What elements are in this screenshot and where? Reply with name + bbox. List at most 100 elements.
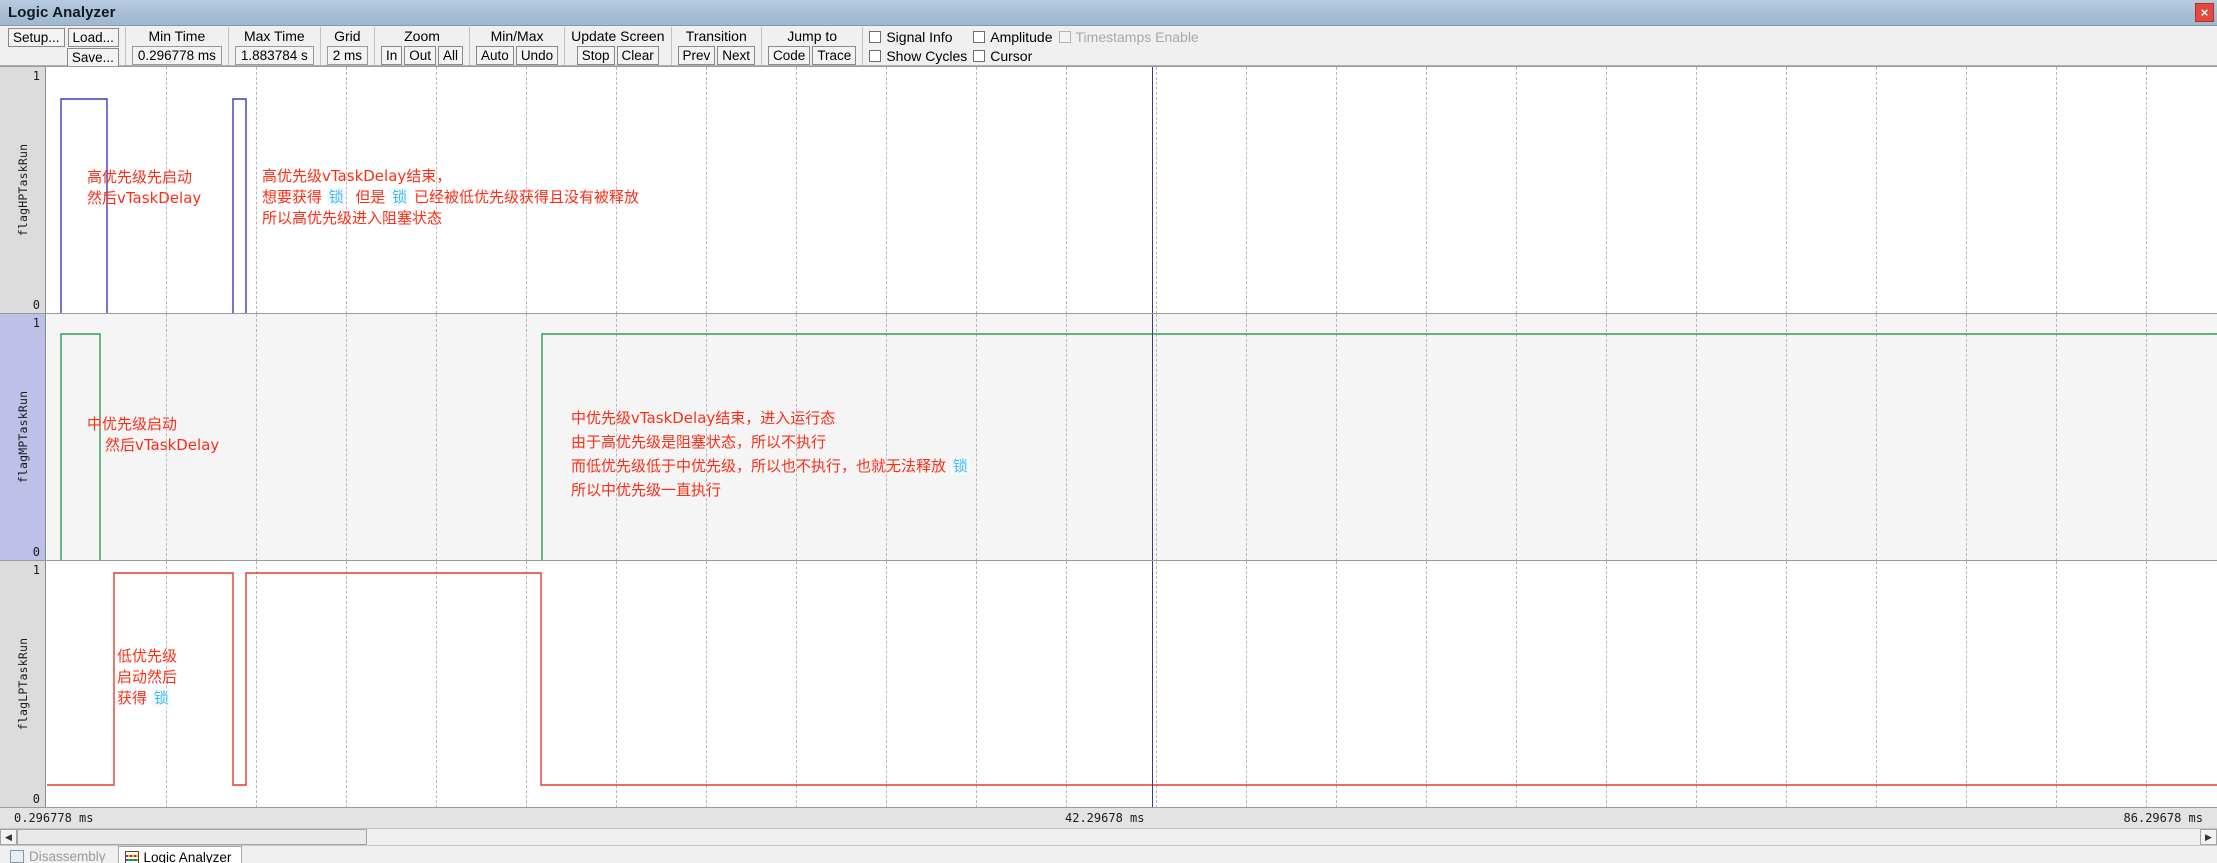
time-axis-left: 0.296778 ms xyxy=(14,811,94,825)
lock-keyword-4: 锁 xyxy=(151,689,171,707)
setup-button[interactable]: Setup... xyxy=(8,28,65,47)
time-axis-center: 42.29678 ms xyxy=(1065,811,1145,825)
lock-keyword-2: 锁 xyxy=(390,188,410,206)
jump-code-button[interactable]: Code xyxy=(768,46,811,65)
zoom-out-button[interactable]: Out xyxy=(404,46,437,65)
channel-3-low-label: 0 xyxy=(32,792,40,806)
scroll-left-icon[interactable]: ◀ xyxy=(0,829,17,845)
minmax-label: Min/Max xyxy=(490,28,544,44)
signal-info-checkbox-row[interactable]: Signal Info xyxy=(869,29,967,45)
scroll-right-icon[interactable]: ▶ xyxy=(2200,829,2217,845)
show-cycles-label: Show Cycles xyxy=(886,48,968,64)
grid-label: Grid xyxy=(334,28,361,44)
channel-3-waveform xyxy=(47,572,2217,786)
save-button[interactable]: Save... xyxy=(66,48,119,67)
file-group: Setup... Load... Save... xyxy=(2,27,126,67)
zoom-group: Zoom In Out All xyxy=(375,27,471,65)
horizontal-scrollbar[interactable]: ◀ ▶ xyxy=(0,828,2217,845)
scroll-thumb[interactable] xyxy=(17,829,367,845)
load-button[interactable]: Load... xyxy=(67,28,119,47)
grid-input[interactable]: 2 ms xyxy=(326,46,368,65)
lock-keyword-3: 锁 xyxy=(950,457,970,475)
grid-group: Grid 2 ms xyxy=(321,27,375,65)
channel-gutter-3[interactable]: 1 0 flagLPTaskRun xyxy=(0,561,46,807)
min-time-label: Min Time xyxy=(148,28,206,44)
channel-lane-flagHPTaskRun[interactable]: 1 0 flagHPTaskRun 高优先级先启动 然后vTaskDelay 高… xyxy=(0,67,2217,314)
channel-2-high-label: 1 xyxy=(32,316,40,330)
clear-button[interactable]: Clear xyxy=(616,46,659,65)
annotation-hp-blocked: 高优先级vTaskDelay结束， 想要获得 锁 但是 锁 已经被低优先级获得且… xyxy=(262,167,639,227)
jump-to-label: Jump to xyxy=(787,28,838,44)
minmax-auto-button[interactable]: Auto xyxy=(476,46,514,65)
channel-1-name: flagHPTaskRun xyxy=(15,143,30,237)
jump-to-group: Jump to Code Trace xyxy=(762,27,864,65)
annotation-lp-line3: 获得 锁 xyxy=(117,689,171,707)
tab-logic-analyzer-label: Logic Analyzer xyxy=(143,849,232,863)
amplitude-checkbox-row[interactable]: Amplitude xyxy=(973,29,1053,45)
zoom-all-button[interactable]: All xyxy=(438,46,464,65)
scroll-track[interactable] xyxy=(17,829,2200,845)
minmax-undo-button[interactable]: Undo xyxy=(515,46,559,65)
tab-logic-analyzer[interactable]: Logic Analyzer xyxy=(117,846,243,863)
channel-gutter-1[interactable]: 1 0 flagHPTaskRun xyxy=(0,67,46,314)
channel-gutter-2[interactable]: 1 0 flagMPTaskRun xyxy=(0,314,46,561)
window-title: Logic Analyzer xyxy=(8,4,116,21)
transition-group: Transition Prev Next xyxy=(672,27,763,65)
transition-prev-button[interactable]: Prev xyxy=(677,46,716,65)
checkbox-column-3: Timestamps Enable xyxy=(1053,27,1199,65)
max-time-input[interactable]: 1.883784 s xyxy=(234,46,314,65)
update-screen-group: Update Screen Stop Clear xyxy=(565,27,672,65)
max-time-label: Max Time xyxy=(243,28,305,44)
zoom-in-button[interactable]: In xyxy=(380,46,403,65)
timestamps-enable-label: Timestamps Enable xyxy=(1075,29,1199,45)
signal-info-label: Signal Info xyxy=(886,29,953,45)
lock-keyword-1: 锁 xyxy=(326,188,346,206)
waveform-area[interactable]: 1 0 flagHPTaskRun 高优先级先启动 然后vTaskDelay 高… xyxy=(0,66,2217,807)
channel-3-name: flagLPTaskRun xyxy=(15,637,30,731)
minmax-group: Min/Max Auto Undo xyxy=(470,27,566,65)
toolbar: Setup... Load... Save... Min Time 0.2967… xyxy=(0,26,2217,67)
channel-lane-flagLPTaskRun[interactable]: 1 0 flagLPTaskRun 低优先级 启动然后 获得 锁 xyxy=(0,561,2217,807)
amplitude-label: Amplitude xyxy=(990,29,1053,45)
cursor-checkbox-row[interactable]: Cursor xyxy=(973,48,1052,64)
channel-1-low-label: 0 xyxy=(32,298,40,312)
time-axis-right: 86.29678 ms xyxy=(2123,811,2203,825)
show-cycles-checkbox-row[interactable]: Show Cycles xyxy=(869,48,967,64)
channel-2-low-label: 0 xyxy=(32,545,40,559)
cursor-checkbox[interactable] xyxy=(973,50,986,62)
annotation-mp-running-line3: 而低优先级低于中优先级，所以也不执行，也就无法释放 锁 xyxy=(571,457,970,475)
channel-2-waveform xyxy=(60,333,2217,561)
timestamps-checkbox-row: Timestamps Enable xyxy=(1058,29,1199,45)
tab-disassembly-label: Disassembly xyxy=(29,849,106,863)
channel-2-plot[interactable]: 中优先级启动 然后vTaskDelay 中优先级vTaskDelay结束，进入运… xyxy=(47,314,2217,561)
transition-next-button[interactable]: Next xyxy=(717,46,756,65)
update-screen-label: Update Screen xyxy=(571,28,665,44)
max-time-group: Max Time 1.883784 s xyxy=(229,27,321,65)
cursor-line-1[interactable] xyxy=(1152,67,1153,314)
annotation-mp-running: 中优先级vTaskDelay结束，进入运行态 由于高优先级是阻塞状态，所以不执行… xyxy=(571,409,970,499)
channel-3-high-label: 1 xyxy=(32,563,40,577)
amplitude-checkbox[interactable] xyxy=(973,31,986,43)
checkbox-column-1: Signal Info Show Cycles xyxy=(863,27,967,65)
channel-2-name: flagMPTaskRun xyxy=(15,390,30,484)
tab-bar: Disassembly Logic Analyzer xyxy=(0,845,2217,863)
min-time-input[interactable]: 0.296778 ms xyxy=(131,46,222,65)
tab-disassembly[interactable]: Disassembly xyxy=(4,846,116,863)
show-cycles-checkbox[interactable] xyxy=(869,50,882,62)
checkbox-column-2: Amplitude Cursor xyxy=(967,27,1053,65)
cursor-line-3[interactable] xyxy=(1152,561,1153,807)
close-icon[interactable]: × xyxy=(2195,3,2214,22)
channel-lane-flagMPTaskRun[interactable]: 1 0 flagMPTaskRun 中优先级启动 然后vTaskDelay 中优… xyxy=(0,314,2217,561)
channel-3-plot[interactable]: 低优先级 启动然后 获得 锁 xyxy=(47,561,2217,807)
annotation-hp-start: 高优先级先启动 然后vTaskDelay xyxy=(87,168,202,207)
min-time-group: Min Time 0.296778 ms xyxy=(126,27,229,65)
cursor-line-2[interactable] xyxy=(1152,314,1153,561)
transition-label: Transition xyxy=(685,28,747,44)
signal-info-checkbox[interactable] xyxy=(869,31,882,43)
channel-1-plot[interactable]: 高优先级先启动 然后vTaskDelay 高优先级vTaskDelay结束， 想… xyxy=(47,67,2217,314)
annotation-hp-blocked-line2: 想要获得 锁 但是 锁 已经被低优先级获得且没有被释放 xyxy=(262,188,639,206)
stop-button[interactable]: Stop xyxy=(576,46,615,65)
time-axis: 0.296778 ms 42.29678 ms 86.29678 ms xyxy=(0,807,2217,828)
jump-trace-button[interactable]: Trace xyxy=(812,46,857,65)
annotation-lp: 低优先级 启动然后 获得 锁 xyxy=(117,647,178,707)
